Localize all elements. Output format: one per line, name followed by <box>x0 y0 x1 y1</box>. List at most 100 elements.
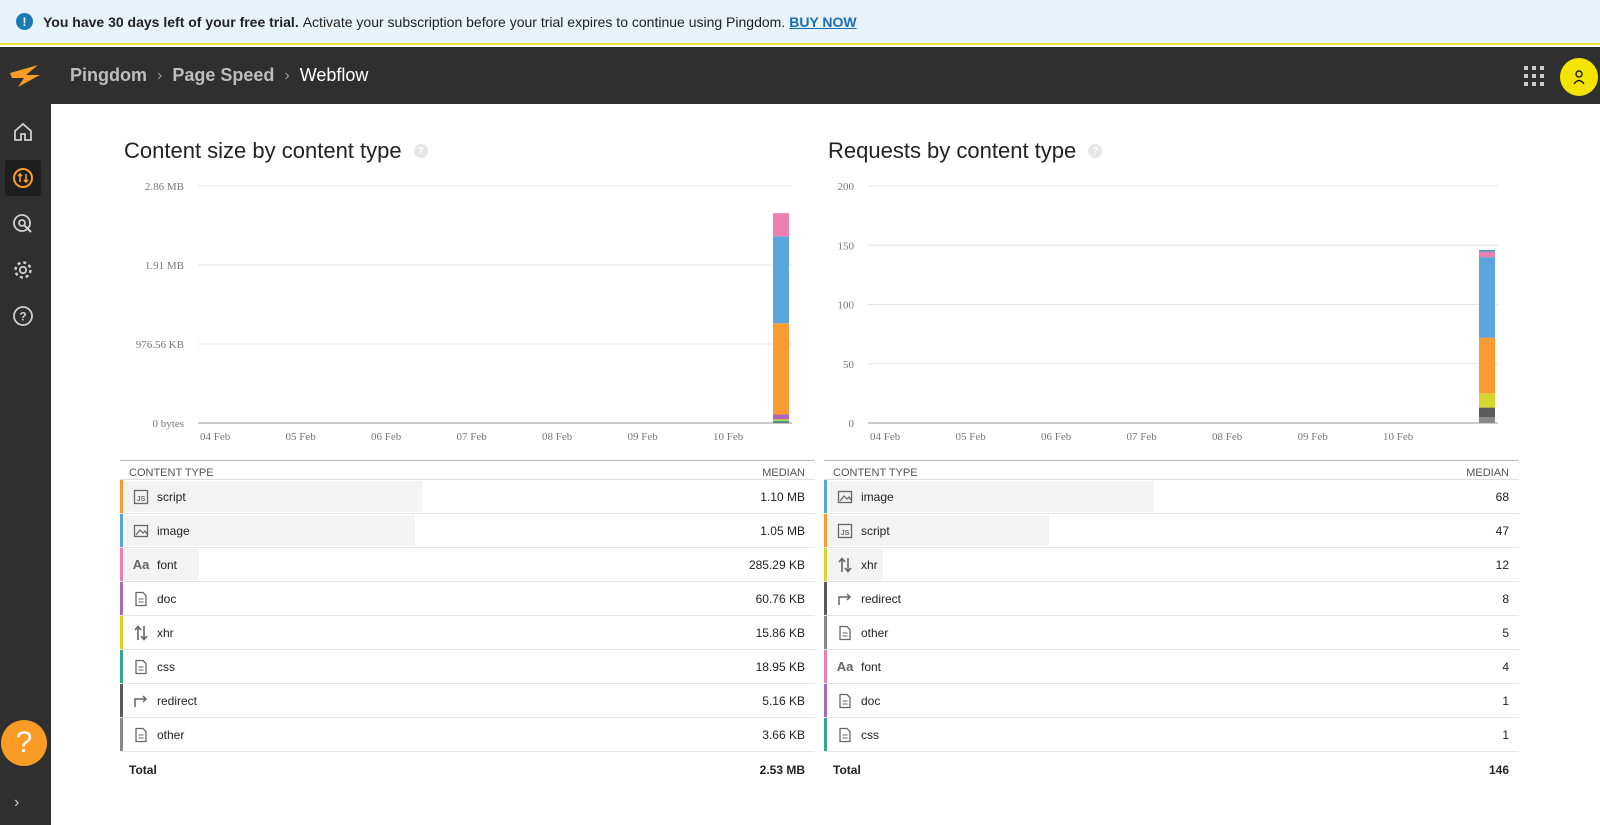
doc-icon <box>132 726 150 744</box>
page-speed-icon[interactable] <box>5 160 41 196</box>
x-tick-label: 04 Feb <box>870 431 901 443</box>
font-icon: Aa <box>132 557 150 572</box>
bar-segment-css[interactable] <box>773 420 789 423</box>
breadcrumb-webflow: Webflow <box>299 65 369 85</box>
gear-icon[interactable] <box>5 252 41 288</box>
x-tick-label: 06 Feb <box>1041 431 1072 443</box>
table-row[interactable]: css 18.95 KB <box>120 650 815 684</box>
x-tick-label: 05 Feb <box>286 431 317 443</box>
bar-segment-xhr[interactable] <box>1479 393 1495 408</box>
bar-segment-doc[interactable] <box>1479 251 1495 253</box>
median-value: 1.10 MB <box>760 489 805 504</box>
table-row[interactable]: redirect 8 <box>824 582 1519 616</box>
doc-icon <box>836 692 854 710</box>
chevron-right-icon[interactable]: › <box>14 794 19 812</box>
table-total: Total 146 <box>833 763 1509 777</box>
breadcrumb: Pingdom › Page Speed › Webflow <box>70 65 368 86</box>
bar-segment-image[interactable] <box>1479 257 1495 338</box>
row-color-indicator <box>120 650 123 683</box>
x-tick-label: 10 Feb <box>713 431 744 443</box>
bar-segment-other[interactable] <box>1479 417 1495 423</box>
bar-segment-redirect[interactable] <box>773 422 789 424</box>
x-tick-label: 05 Feb <box>956 431 987 443</box>
script-icon: JS <box>836 522 854 540</box>
content-size-chart: 0 bytes 976.56 KB 1.91 MB 2.86 MB 04 Feb 05 F… <box>136 181 792 443</box>
bar-segment-font[interactable] <box>773 213 789 237</box>
table-row[interactable]: redirect 5.16 KB <box>120 684 815 718</box>
median-value: 12 <box>1495 557 1509 572</box>
user-avatar[interactable] <box>1560 58 1598 96</box>
median-value: 4 <box>1502 659 1509 674</box>
table-row[interactable]: doc 60.76 KB <box>120 582 815 616</box>
help-bubble-button[interactable]: ? <box>1 720 47 766</box>
doc-icon <box>836 726 854 744</box>
sidebar: ? ? › <box>0 104 51 825</box>
row-color-indicator <box>824 582 827 615</box>
median-value: 5.16 KB <box>762 693 805 708</box>
svg-text:?: ? <box>19 310 26 324</box>
content-type-name: script <box>157 489 186 504</box>
bar-segment-xhr[interactable] <box>773 419 789 421</box>
content-type-name: other <box>861 625 889 640</box>
buy-now-link[interactable]: BUY NOW <box>789 14 856 30</box>
question-icon[interactable]: ? <box>413 144 428 158</box>
table-row[interactable]: other 5 <box>824 616 1519 650</box>
table-row[interactable]: JS script 1.10 MB <box>120 480 815 514</box>
svg-text:JS: JS <box>841 530 850 537</box>
xhr-icon <box>132 624 150 642</box>
median-value: 47 <box>1495 523 1509 538</box>
row-color-indicator <box>824 684 827 717</box>
home-icon[interactable] <box>5 114 41 150</box>
trial-days-text: You have 30 days left of your free trial… <box>43 13 299 30</box>
table-row[interactable]: xhr 15.86 KB <box>120 616 815 650</box>
bar-segment-font[interactable] <box>1479 252 1495 258</box>
row-color-indicator <box>824 616 827 649</box>
table-row[interactable]: image 68 <box>824 480 1519 514</box>
bar-segment-redirect[interactable] <box>1479 407 1495 418</box>
median-value: 5 <box>1502 625 1509 640</box>
app-grid-icon[interactable] <box>1524 66 1544 86</box>
row-color-indicator <box>824 548 827 581</box>
bar-segment-css[interactable] <box>1479 249 1495 252</box>
x-tick-label: 07 Feb <box>1127 431 1158 443</box>
table-total: Total 2.53 MB <box>129 763 805 777</box>
table-row[interactable]: JS script 47 <box>824 514 1519 548</box>
question-icon[interactable]: ? <box>1088 144 1103 158</box>
row-color-indicator <box>120 718 123 751</box>
x-tick-label: 09 Feb <box>1298 431 1329 443</box>
help-icon[interactable]: ? <box>5 298 41 334</box>
breadcrumb-pingdom[interactable]: Pingdom <box>70 65 147 86</box>
trial-banner: ! You have 30 days left of your free tri… <box>0 0 1600 45</box>
bar-segment-image[interactable] <box>773 236 789 324</box>
row-color-indicator <box>120 480 123 513</box>
row-color-indicator <box>120 684 123 717</box>
content-type-name: xhr <box>157 625 174 640</box>
breadcrumb-page-speed[interactable]: Page Speed <box>172 65 274 86</box>
table-row[interactable]: xhr 12 <box>824 548 1519 582</box>
bar-segment-script[interactable] <box>773 323 789 415</box>
median-value: 60.76 KB <box>755 591 805 606</box>
table-header: CONTENT TYPE MEDIAN <box>824 460 1519 480</box>
content-type-name: script <box>861 523 890 538</box>
median-value: 18.95 KB <box>755 659 805 674</box>
bar-segment-doc[interactable] <box>773 414 789 420</box>
solarwinds-logo-icon[interactable] <box>0 47 50 104</box>
content-type-name: image <box>861 489 894 504</box>
monitoring-icon[interactable] <box>5 206 41 242</box>
x-tick-label: 09 Feb <box>628 431 659 443</box>
trial-message: Activate your subscription before your t… <box>302 13 786 30</box>
y-tick-label: 976.56 KB <box>136 339 184 351</box>
table-row[interactable]: Aa font 4 <box>824 650 1519 684</box>
row-color-indicator <box>824 514 827 547</box>
content-type-name: xhr <box>861 557 878 572</box>
table-row[interactable]: image 1.05 MB <box>120 514 815 548</box>
table-row[interactable]: doc 1 <box>824 684 1519 718</box>
bar-segment-script[interactable] <box>1479 337 1495 394</box>
content-type-name: redirect <box>157 693 198 708</box>
table-row[interactable]: Aa font 285.29 KB <box>120 548 815 582</box>
table-row[interactable]: other 3.66 KB <box>120 718 815 752</box>
y-tick-label: 150 <box>838 240 855 252</box>
table-row[interactable]: css 1 <box>824 718 1519 752</box>
y-tick-label: 1.91 MB <box>145 260 184 272</box>
content-type-name: font <box>861 659 882 674</box>
